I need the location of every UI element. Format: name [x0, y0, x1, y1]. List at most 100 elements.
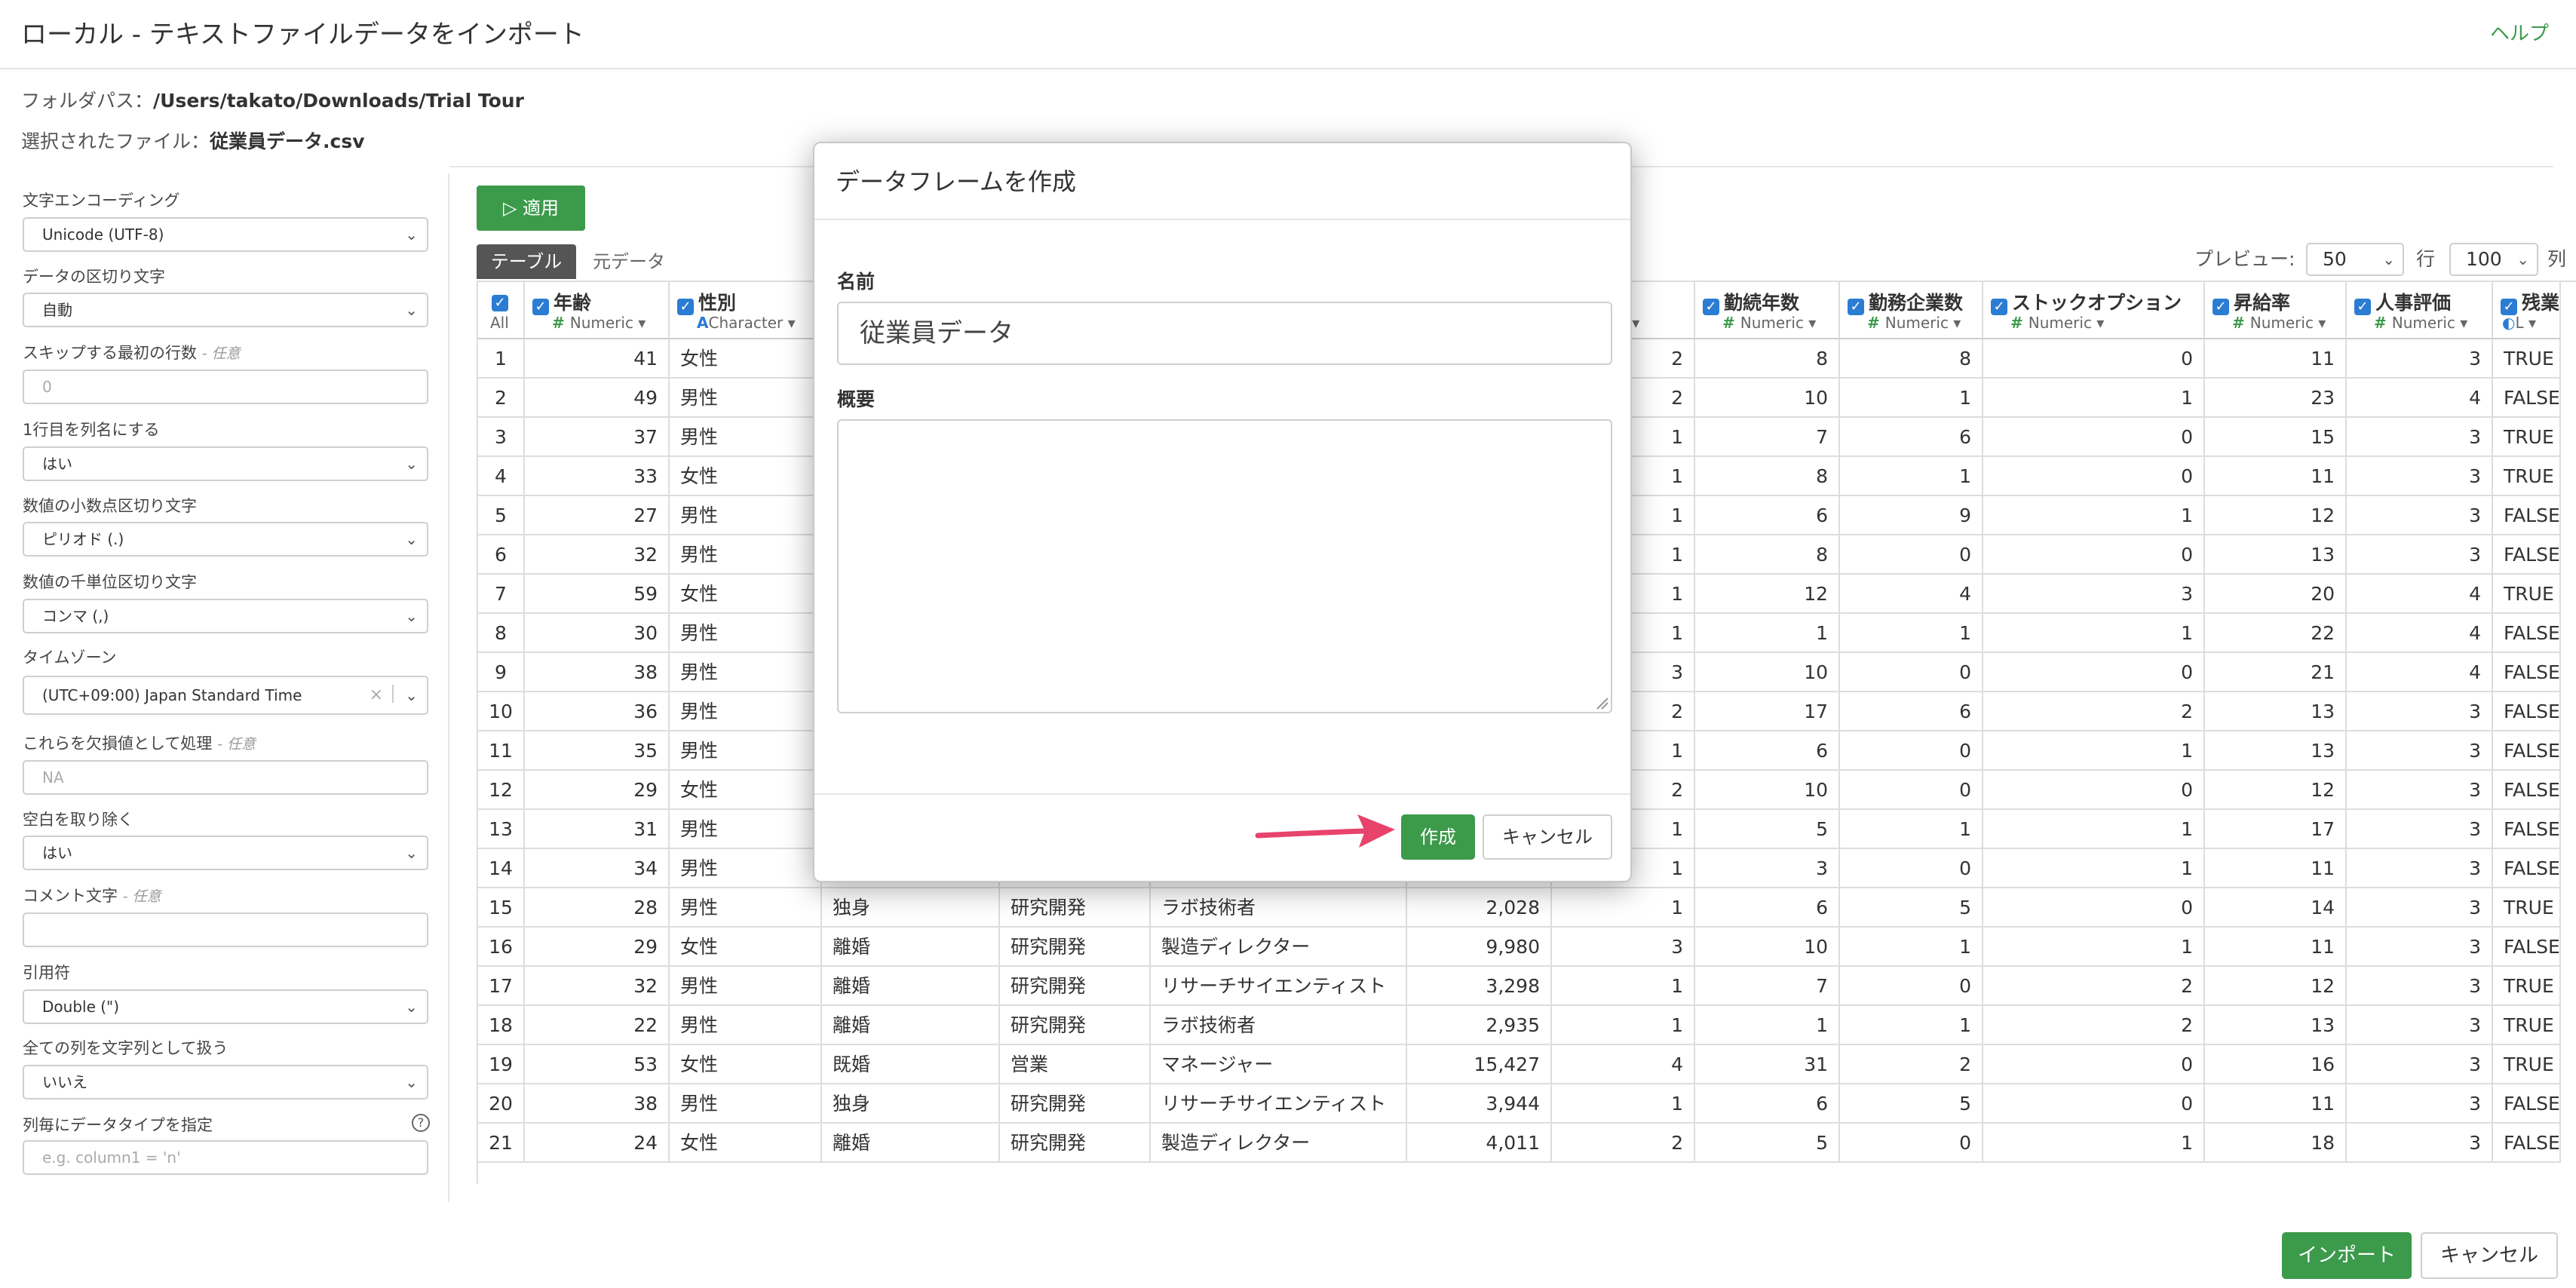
- tab-raw-data[interactable]: 元データ: [593, 244, 665, 279]
- table-cell: 3: [2347, 849, 2493, 888]
- table-cell: TRUE: [2493, 888, 2561, 928]
- table-cell: TRUE: [2493, 1045, 2561, 1084]
- header-row-label: 1行目を列名にする: [23, 421, 160, 439]
- table-cell: 2,935: [1407, 1006, 1552, 1045]
- header: ローカル - テキストファイルデータをインポート ヘルプ: [0, 0, 2576, 69]
- table-cell: FALSE: [2493, 614, 2561, 653]
- table-cell: TRUE: [2493, 575, 2561, 614]
- table-cell: 7: [1695, 418, 1840, 457]
- table-cell: 3: [2347, 888, 2493, 928]
- column-type-dropdown[interactable]: ACharacter ▾: [697, 314, 796, 332]
- select-all-checkbox[interactable]: ✓: [492, 288, 513, 311]
- tab-table[interactable]: テーブル: [477, 244, 576, 279]
- column-checkbox[interactable]: ✓: [677, 299, 694, 315]
- column-name[interactable]: ✓ 性別: [677, 288, 736, 315]
- header-row-select[interactable]: はい ⌄: [23, 446, 428, 481]
- column-name[interactable]: ✓ 人事評価: [2354, 288, 2451, 315]
- table-cell: 8: [1695, 457, 1840, 496]
- apply-button[interactable]: ▷ 適用: [477, 186, 585, 231]
- column-type-dropdown[interactable]: # Numeric ▾: [1722, 314, 1816, 332]
- clear-icon[interactable]: ×: [370, 677, 383, 713]
- table-cell: 4,011: [1407, 1124, 1552, 1163]
- timezone-select[interactable]: (UTC+09:00) Japan Standard Time × ⌄: [23, 676, 428, 715]
- column-name[interactable]: ✓ 昇給率: [2213, 288, 2290, 315]
- table-cell: 29: [525, 928, 670, 967]
- table-cell: 1: [1983, 731, 2205, 771]
- delimiter-select[interactable]: 自動 ⌄: [23, 293, 428, 327]
- description-textarea[interactable]: [837, 419, 1612, 713]
- column-checkbox[interactable]: ✓: [2213, 299, 2229, 315]
- table-cell: 15,427: [1407, 1045, 1552, 1084]
- column-name[interactable]: ✓ 残業: [2501, 288, 2559, 315]
- column-type-dropdown[interactable]: # Numeric ▾: [2232, 314, 2326, 332]
- create-button[interactable]: 作成: [1401, 814, 1475, 860]
- preview-cols-select[interactable]: 100 ⌄: [2449, 243, 2538, 276]
- column-type-dropdown[interactable]: # Numeric ▾: [2374, 314, 2467, 332]
- quote-select[interactable]: Double (") ⌄: [23, 989, 428, 1024]
- table-cell: 3: [2347, 418, 2493, 457]
- column-type-dropdown[interactable]: # Numeric ▾: [1867, 314, 1961, 332]
- table-cell: マネージャー: [1151, 1045, 1407, 1084]
- table-cell: 1: [1840, 928, 1983, 967]
- table-cell: 14: [2205, 888, 2347, 928]
- encoding-select[interactable]: Unicode (UTF-8) ⌄: [23, 217, 428, 252]
- column-name[interactable]: ✓ 勤続年数: [1703, 288, 1799, 315]
- column-name[interactable]: ✓ 勤務企業数: [1848, 288, 1963, 315]
- dialog-cancel-button[interactable]: キャンセル: [1483, 814, 1612, 860]
- column-checkbox[interactable]: ✓: [2501, 299, 2517, 315]
- table-cell: 10: [1695, 928, 1840, 967]
- column-type-dropdown[interactable]: # Numeric ▾: [552, 314, 646, 332]
- numeric-type-icon: #: [552, 314, 570, 332]
- help-link[interactable]: ヘルプ: [2490, 18, 2549, 46]
- table-cell: 22: [525, 1006, 670, 1045]
- column-type-dropdown[interactable]: ◐L ▾: [2502, 314, 2536, 332]
- table-cell: 1: [1552, 1006, 1695, 1045]
- help-circle-icon[interactable]: ?: [412, 1114, 430, 1132]
- column-header: ✓ 性別 ACharacter ▾: [670, 282, 822, 339]
- all-char-select[interactable]: いいえ ⌄: [23, 1065, 428, 1099]
- table-cell: 男性: [670, 810, 822, 849]
- chevron-down-icon: ⌄: [405, 844, 418, 862]
- col-type-input[interactable]: e.g. column1 = 'n': [23, 1140, 428, 1175]
- column-type-dropdown[interactable]: # Numeric ▾: [2010, 314, 2104, 332]
- table-cell: 研究開発: [1000, 1006, 1151, 1045]
- table-cell: 男性: [670, 1084, 822, 1124]
- comment-input[interactable]: [23, 912, 428, 947]
- row-index: 2: [478, 379, 525, 418]
- import-button[interactable]: インポート: [2282, 1232, 2412, 1279]
- table-cell: 5: [1695, 810, 1840, 849]
- table-cell: 0: [1983, 888, 2205, 928]
- thousand-sep-label: 数値の千単位区切り文字: [23, 573, 197, 591]
- column-checkbox[interactable]: ✓: [2354, 299, 2371, 315]
- decimal-sep-select[interactable]: ピリオド (.) ⌄: [23, 522, 428, 557]
- table-cell: 独身: [822, 888, 1000, 928]
- column-checkbox[interactable]: ✓: [1991, 299, 2007, 315]
- table-cell: 4: [2347, 379, 2493, 418]
- col-label: 列: [2547, 248, 2567, 270]
- column-checkbox[interactable]: ✓: [1703, 299, 1719, 315]
- column-checkbox[interactable]: ✓: [532, 299, 549, 315]
- thousand-sep-select[interactable]: コンマ (,) ⌄: [23, 599, 428, 633]
- column-checkbox[interactable]: ✓: [1848, 299, 1864, 315]
- chevron-down-icon: ▾: [2096, 314, 2105, 332]
- dataframe-name-input[interactable]: 従業員データ: [837, 302, 1612, 365]
- column-name[interactable]: ✓ 年齢: [532, 288, 591, 315]
- trim-select[interactable]: はい ⌄: [23, 836, 428, 870]
- table-cell: 15: [2205, 418, 2347, 457]
- column-name[interactable]: ✓ ストックオプション: [1991, 288, 2182, 315]
- skip-rows-input[interactable]: 0: [23, 370, 428, 404]
- row-index: 1: [478, 339, 525, 379]
- table-cell: 独身: [822, 1084, 1000, 1124]
- table-cell: 12: [1695, 575, 1840, 614]
- preview-rows-select[interactable]: 50 ⌄: [2306, 243, 2404, 276]
- table-cell: TRUE: [2493, 967, 2561, 1006]
- select-all-header: ✓ All: [478, 282, 525, 339]
- cancel-button[interactable]: キャンセル: [2421, 1232, 2558, 1279]
- table-cell: 1: [1983, 928, 2205, 967]
- table-cell: 53: [525, 1045, 670, 1084]
- table-cell: リサーチサイエンティスト: [1151, 1084, 1407, 1124]
- column-header: ✓ 勤続年数 # Numeric ▾: [1695, 282, 1840, 339]
- na-input[interactable]: NA: [23, 760, 428, 795]
- resize-handle-icon[interactable]: [1594, 695, 1609, 710]
- numeric-type-icon: #: [1867, 314, 1885, 332]
